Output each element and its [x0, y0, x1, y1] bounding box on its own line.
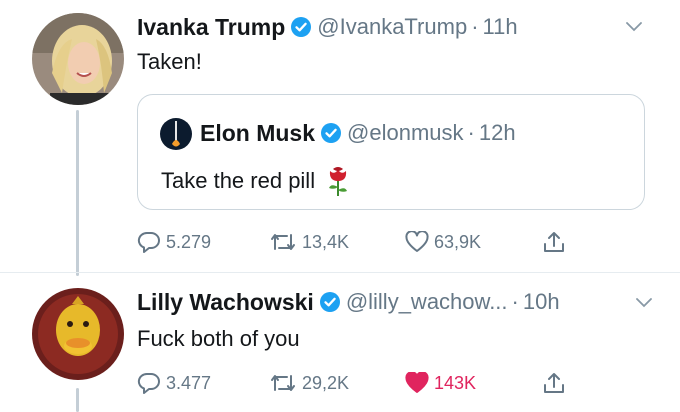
- like-count: 63,9K: [434, 231, 482, 252]
- quoted-text: Take the red pill: [161, 168, 316, 193]
- author-handle[interactable]: @lilly_wachow...: [346, 289, 508, 315]
- quoted-author-handle[interactable]: @elonmusk: [347, 120, 464, 146]
- quoted-tweet-text: Take the red pill: [161, 165, 351, 197]
- like-button[interactable]: 63,9K: [405, 231, 481, 253]
- author-name[interactable]: Ivanka Trump: [137, 14, 285, 41]
- separator-dot: ·: [471, 14, 479, 39]
- reply-button[interactable]: 5.279: [137, 231, 211, 253]
- author-name[interactable]: Lilly Wachowski: [137, 289, 314, 316]
- share-icon: [544, 232, 564, 252]
- author-handle[interactable]: @IvankaTrump: [317, 14, 467, 40]
- retweet-count: 29,2K: [302, 372, 350, 393]
- share-icon: [544, 373, 564, 393]
- verified-badge-icon: [321, 123, 342, 143]
- tweet-text: Fuck both of you: [137, 326, 300, 351]
- tweet-header: Lilly Wachowski @lilly_wachow... · 10h: [137, 287, 560, 317]
- tweet-time[interactable]: 11h: [483, 14, 518, 40]
- quoted-author-name[interactable]: Elon Musk: [200, 120, 315, 147]
- reply-icon: [137, 231, 160, 253]
- like-button[interactable]: 143K: [405, 372, 476, 394]
- avatar-lilly[interactable]: [32, 288, 124, 380]
- retweet-count: 13,4K: [302, 231, 350, 252]
- reply-icon: [137, 372, 160, 394]
- quoted-tweet-header: Elon Musk @elonmusk · 12h: [200, 118, 516, 148]
- rose-icon: [325, 165, 351, 197]
- retweet-button[interactable]: 13,4K: [269, 232, 349, 253]
- reply-button[interactable]: 3.477: [137, 372, 211, 394]
- heart-icon: [405, 231, 429, 252]
- verified-badge-icon: [291, 17, 312, 37]
- tweet-text: Taken!: [137, 49, 202, 74]
- retweet-icon: [271, 234, 295, 250]
- reply-count: 3.477: [166, 372, 212, 393]
- chevron-down-icon[interactable]: [626, 22, 642, 32]
- avatar-ivanka[interactable]: [32, 13, 124, 105]
- separator-dot: ·: [511, 289, 519, 314]
- verified-badge-icon: [319, 292, 340, 312]
- quoted-tweet-time[interactable]: 12h: [479, 120, 516, 146]
- chevron-down-icon[interactable]: [636, 298, 652, 308]
- share-button[interactable]: [543, 371, 570, 395]
- separator-dot: ·: [467, 120, 475, 145]
- share-button[interactable]: [543, 230, 570, 254]
- tweet-time[interactable]: 10h: [523, 289, 560, 315]
- thread-line-top: [76, 110, 79, 276]
- heart-icon: [405, 372, 429, 393]
- tweet-header: Ivanka Trump @IvankaTrump · 11h: [137, 12, 518, 42]
- like-count: 143K: [434, 372, 477, 393]
- avatar-elon[interactable]: [160, 118, 192, 150]
- retweet-button[interactable]: 29,2K: [269, 373, 349, 394]
- thread-line-bottom: [76, 388, 79, 412]
- reply-count: 5.279: [166, 231, 212, 252]
- divider: [0, 272, 680, 273]
- retweet-icon: [271, 375, 295, 391]
